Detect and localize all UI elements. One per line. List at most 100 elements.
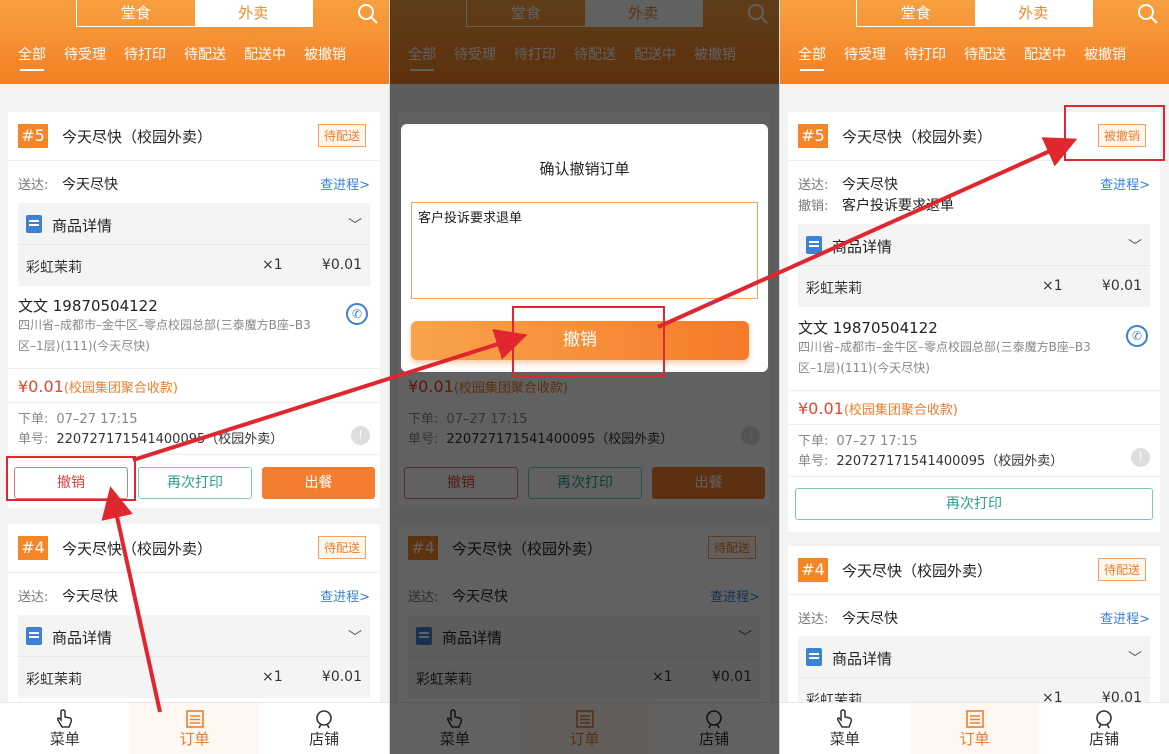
item-price: ¥0.01 bbox=[321, 257, 362, 273]
nav-store[interactable]: 店铺 bbox=[1039, 703, 1169, 754]
tab-takeout[interactable]: 外卖 bbox=[194, 0, 312, 26]
nav-store[interactable]: 店铺 bbox=[259, 703, 389, 754]
order-time-label: 下单: bbox=[798, 434, 829, 449]
tab-delivering[interactable]: 配送中 bbox=[1024, 45, 1066, 71]
goods-title: 商品详情 bbox=[832, 238, 893, 256]
goods-title: 商品详情 bbox=[52, 629, 113, 647]
order-title: 今天尽快（校园外卖） bbox=[62, 540, 213, 558]
search-icon[interactable] bbox=[357, 3, 379, 25]
panel-cancel-dialog: 堂食 外卖 全部 待受理 待打印 待配送 配送中 被撤销 #5 今天尽快（校园外… bbox=[390, 0, 779, 754]
progress-link[interactable]: 查进程> bbox=[320, 174, 370, 193]
tab-all[interactable]: 全部 bbox=[18, 45, 46, 71]
price-note: (校园集团聚合收款) bbox=[843, 403, 958, 418]
order-type-switch: 堂食 外卖 bbox=[76, 0, 313, 27]
nav-label: 店铺 bbox=[1089, 730, 1120, 748]
modal-overlay[interactable] bbox=[390, 0, 779, 754]
goods-header[interactable]: 商品详情 ﹀ bbox=[18, 615, 370, 657]
goods-header[interactable]: 商品详情 ﹀ bbox=[798, 224, 1150, 266]
tab-all[interactable]: 全部 bbox=[798, 45, 826, 71]
item-price: ¥0.01 bbox=[321, 669, 362, 685]
item-price: ¥0.01 bbox=[1101, 278, 1142, 294]
divider bbox=[8, 368, 380, 369]
goods-header[interactable]: 商品详情 ﹀ bbox=[798, 636, 1150, 678]
screenshot-stage: 堂食 外卖 全部 待受理 待打印 待配送 配送中 被撤销 #5 今天尽快（校园外… bbox=[0, 0, 1169, 754]
divider bbox=[8, 454, 380, 455]
tab-cancelled[interactable]: 被撤销 bbox=[1084, 45, 1126, 71]
phone-icon[interactable]: ✆ bbox=[1126, 325, 1148, 347]
tab-dine-in[interactable]: 堂食 bbox=[77, 0, 195, 26]
chevron-down-icon: ﹀ bbox=[1128, 239, 1142, 255]
order-price: ¥0.01(校园集团聚合收款) bbox=[798, 399, 958, 418]
order-card: #5 今天尽快（校园外卖） 待配送 送达: 今天尽快 查进程> 商品详情 ﹀ 彩… bbox=[8, 112, 380, 508]
nav-menu[interactable]: 菜单 bbox=[780, 703, 910, 754]
deliver-value: 今天尽快 bbox=[62, 589, 118, 605]
deliver-value: 今天尽快 bbox=[842, 611, 898, 627]
divider bbox=[788, 390, 1160, 391]
order-time: 下单: 07–27 17:15 bbox=[18, 408, 138, 427]
cancel-reason-input[interactable]: 客户投诉要求退单 bbox=[411, 202, 758, 299]
status-tabs: 全部 待受理 待打印 待配送 配送中 被撤销 bbox=[780, 45, 1169, 71]
order-no-value: 220727171541400095（校园外卖） bbox=[56, 432, 284, 447]
tab-takeout[interactable]: 外卖 bbox=[974, 0, 1092, 26]
tab-pending-delivery[interactable]: 待配送 bbox=[184, 45, 226, 71]
item-name: 彩虹茉莉 bbox=[26, 672, 82, 688]
customer-contact: 文文 19870504122 bbox=[18, 297, 158, 315]
order-type-switch: 堂食 外卖 bbox=[856, 0, 1093, 27]
deliver-label: 送达: bbox=[18, 178, 49, 193]
panel-order-list: 堂食 外卖 全部 待受理 待打印 待配送 配送中 被撤销 #5 今天尽快（校园外… bbox=[0, 0, 389, 754]
deliver-label: 送达: bbox=[18, 590, 49, 605]
goods-header[interactable]: 商品详情 ﹀ bbox=[18, 203, 370, 245]
tab-pending-accept[interactable]: 待受理 bbox=[64, 45, 106, 71]
tab-pending-accept[interactable]: 待受理 bbox=[844, 45, 886, 71]
tab-dine-in[interactable]: 堂食 bbox=[857, 0, 975, 26]
nav-orders[interactable]: 订单 bbox=[129, 703, 260, 754]
status-badge: 待配送 bbox=[1097, 558, 1146, 581]
tab-delivering[interactable]: 配送中 bbox=[244, 45, 286, 71]
item-qty: ×1 bbox=[262, 257, 283, 273]
item-name: 彩虹茉莉 bbox=[806, 281, 862, 297]
highlight-box bbox=[6, 456, 136, 501]
tab-cancelled[interactable]: 被撤销 bbox=[304, 45, 346, 71]
tab-pending-print[interactable]: 待打印 bbox=[124, 45, 166, 71]
order-title: 今天尽快（校园外卖） bbox=[842, 562, 993, 580]
tab-pending-delivery[interactable]: 待配送 bbox=[964, 45, 1006, 71]
reprint-button[interactable]: 再次打印 bbox=[795, 488, 1153, 520]
order-number: #4 bbox=[18, 536, 48, 560]
panel-cancelled-order: 堂食 外卖 全部 待受理 待打印 待配送 配送中 被撤销 #5 今天尽快（校园外… bbox=[780, 0, 1169, 754]
nav-label: 订单 bbox=[179, 730, 210, 748]
tab-pending-print[interactable]: 待打印 bbox=[904, 45, 946, 71]
price-value: ¥0.01 bbox=[798, 399, 844, 418]
progress-link[interactable]: 查进程> bbox=[1100, 174, 1150, 193]
order-card: #5 今天尽快（校园外卖） 被撤销 送达: 今天尽快 查进程> 撤销: 客户投诉… bbox=[788, 112, 1160, 532]
order-number: #4 bbox=[798, 558, 828, 582]
bottom-nav: 菜单 订单 店铺 bbox=[0, 702, 389, 754]
highlight-box bbox=[1064, 105, 1165, 161]
deliver-value: 今天尽快 bbox=[842, 177, 898, 193]
goods-section: 商品详情 ﹀ 彩虹茉莉 ×1 ¥0.01 bbox=[18, 203, 370, 286]
bottom-nav: 菜单 订单 店铺 bbox=[780, 702, 1169, 754]
nav-orders[interactable]: 订单 bbox=[909, 703, 1040, 754]
nav-menu[interactable]: 菜单 bbox=[0, 703, 130, 754]
order-title: 今天尽快（校园外卖） bbox=[62, 128, 213, 146]
cancel-reason: 客户投诉要求退单 bbox=[842, 198, 954, 214]
divider bbox=[8, 402, 380, 403]
info-icon[interactable]: ! bbox=[351, 426, 370, 445]
reprint-button[interactable]: 再次打印 bbox=[138, 467, 252, 499]
order-time-label: 下单: bbox=[18, 412, 49, 427]
deliver-label: 送达: bbox=[798, 612, 829, 627]
phone-icon[interactable]: ✆ bbox=[346, 303, 368, 325]
chevron-down-icon: ﹀ bbox=[1128, 651, 1142, 667]
status-badge: 待配送 bbox=[317, 124, 366, 147]
progress-link[interactable]: 查进程> bbox=[1100, 608, 1150, 627]
info-icon[interactable]: ! bbox=[1131, 448, 1150, 467]
nav-label: 店铺 bbox=[309, 730, 340, 748]
address-line: 区–1层)(111)(今天尽快) bbox=[18, 339, 150, 353]
address-line: 四川省–成都市–金牛区–零点校园总部(三泰魔方B座–B3 bbox=[798, 340, 1091, 354]
divider bbox=[788, 476, 1160, 477]
order-no-value: 220727171541400095（校园外卖） bbox=[836, 454, 1064, 469]
order-price: ¥0.01(校园集团聚合收款) bbox=[18, 377, 178, 396]
search-icon[interactable] bbox=[1137, 3, 1159, 25]
progress-link[interactable]: 查进程> bbox=[320, 586, 370, 605]
deliver-value: 今天尽快 bbox=[62, 177, 118, 193]
serve-button[interactable]: 出餐 bbox=[262, 467, 375, 499]
